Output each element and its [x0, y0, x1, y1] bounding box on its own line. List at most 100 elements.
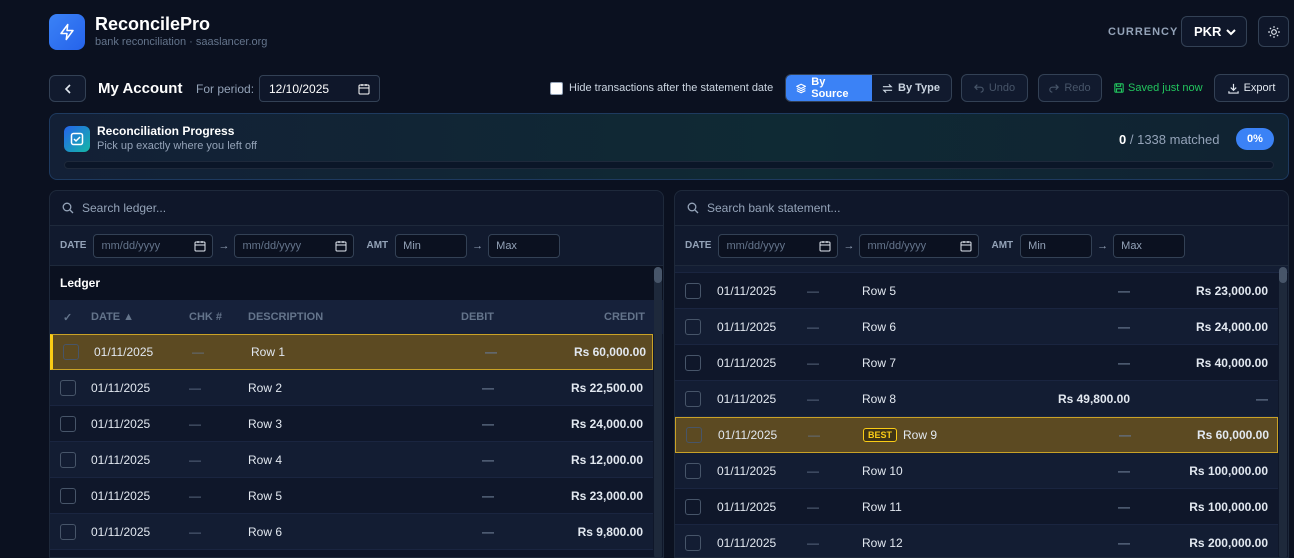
currency-label: CURRENCY — [1108, 26, 1179, 38]
row-chk: — — [189, 380, 201, 395]
row-checkbox[interactable] — [685, 534, 701, 551]
ledger-scroll-thumb[interactable] — [654, 267, 662, 283]
app-title: ReconcilePro — [95, 14, 211, 34]
table-row[interactable]: 01/11/2025 — Row 1 — Rs 60,000.00 — [50, 334, 653, 370]
table-row[interactable]: 01/11/2025 — Row 6 — Rs 9,800.00 — [50, 514, 653, 550]
row-date: 01/11/2025 — [717, 319, 777, 334]
table-row[interactable]: 01/11/2025 — Row 2 — Rs 22,500.00 — [50, 370, 653, 406]
sun-icon — [1267, 25, 1280, 38]
bank-amt-max[interactable]: Max — [1113, 233, 1186, 258]
row-checkbox-cell — [685, 525, 701, 557]
export-button[interactable]: Export — [1214, 74, 1289, 102]
table-row[interactable]: 01/11/2025 — Row 5 — Rs 23,000.00 — [50, 478, 653, 514]
row-checkbox[interactable] — [685, 498, 701, 515]
ledger-search-input[interactable]: Search ledger... — [82, 201, 166, 215]
col-date[interactable]: DATE ▲ — [91, 300, 134, 334]
col-chk[interactable]: CHK # — [189, 300, 222, 334]
redo-button[interactable]: Redo — [1038, 74, 1102, 102]
ledger-scrollbar[interactable] — [654, 267, 662, 557]
table-row[interactable]: 01/11/2025 — Row 5 — Rs 23,000.00 — [675, 273, 1278, 309]
table-row[interactable]: 01/11/2025 — BEST Row 9 — Rs 60,000.00 — [675, 417, 1278, 453]
row-checkbox[interactable] — [60, 415, 76, 432]
table-row[interactable]: 01/11/2025 — Row 10 — Rs 100,000.00 — [675, 453, 1278, 489]
hide-after-statement-checkbox[interactable] — [550, 82, 563, 95]
ledger-search[interactable]: Search ledger... — [50, 191, 663, 226]
calendar-icon[interactable] — [358, 83, 370, 95]
table-row[interactable]: 01/11/2025 — Row 12 — Rs 200,000.00 — [675, 525, 1278, 557]
bank-scroll-thumb[interactable] — [1279, 267, 1287, 283]
row-ref: — — [807, 283, 819, 298]
table-row[interactable]: 01/11/2025 — Row 11 — Rs 100,000.00 — [675, 489, 1278, 525]
calendar-icon[interactable] — [960, 240, 972, 252]
col-description[interactable]: DESCRIPTION — [248, 300, 323, 334]
row-checkbox[interactable] — [686, 427, 702, 443]
bank-search-input[interactable]: Search bank statement... — [707, 201, 840, 215]
table-row[interactable]: 01/11/2025 — Row 6 — Rs 24,000.00 — [675, 309, 1278, 345]
calendar-icon[interactable] — [194, 240, 206, 252]
calendar-icon[interactable] — [335, 240, 347, 252]
bank-amt-min[interactable]: Min — [1020, 233, 1093, 258]
back-button[interactable] — [49, 75, 86, 102]
by-type-button[interactable]: By Type — [872, 75, 950, 101]
row-debit: — — [1118, 319, 1130, 334]
app-subtitle: bank reconciliation · saaslancer.org — [95, 36, 268, 48]
row-checkbox[interactable] — [685, 282, 701, 299]
bank-date-to[interactable]: mm/dd/yyyy — [859, 233, 980, 258]
bank-rows: 01/11/2025 — Row 5 — Rs 23,000.00 01/11/2025 —… — [675, 273, 1288, 557]
theme-toggle-button[interactable] — [1258, 16, 1289, 47]
by-source-button[interactable]: By Source — [786, 75, 872, 101]
row-checkbox[interactable] — [60, 487, 76, 504]
currency-select[interactable]: PKR — [1181, 16, 1247, 47]
ledger-amt-max[interactable]: Max — [488, 233, 561, 258]
bank-search[interactable]: Search bank statement... — [675, 191, 1288, 226]
ledger-date-from[interactable]: mm/dd/yyyy — [93, 233, 214, 258]
ledger-filters: DATE mm/dd/yyyy → mm/dd/yyyy AMT Min → M… — [50, 226, 663, 266]
bank-scrollbar[interactable] — [1279, 267, 1287, 557]
progress-title: Reconciliation Progress — [97, 124, 235, 138]
row-description: Row 12 — [862, 535, 903, 550]
app-logo — [49, 14, 85, 50]
progress-subtitle: Pick up exactly where you left off — [97, 140, 257, 152]
undo-button[interactable]: Undo — [961, 74, 1028, 102]
row-checkbox-cell — [685, 345, 701, 380]
redo-label: Redo — [1064, 82, 1091, 94]
bank-date-from[interactable]: mm/dd/yyyy — [718, 233, 839, 258]
period-date-input[interactable]: 12/10/2025 — [259, 75, 380, 102]
row-chk: — — [192, 345, 204, 359]
select-all-header[interactable]: ✓ — [63, 300, 72, 334]
search-icon — [687, 202, 699, 214]
table-row[interactable]: 01/11/2025 — Row 4 — Rs 12,000.00 — [50, 442, 653, 478]
row-checkbox[interactable] — [685, 390, 701, 407]
row-description: Row 8 — [862, 391, 897, 406]
row-description-cell: BEST Row 9 — [863, 418, 937, 452]
row-checkbox[interactable] — [60, 523, 76, 540]
row-checkbox[interactable] — [60, 379, 76, 396]
table-row[interactable]: 01/11/2025 — Row 7 — Rs 40,000.00 — [675, 345, 1278, 381]
col-debit[interactable]: DEBIT — [461, 300, 494, 334]
row-checkbox[interactable] — [685, 354, 701, 371]
row-debit: — — [1118, 355, 1130, 370]
row-debit: Rs 49,800.00 — [1057, 391, 1130, 406]
row-description-cell: Row 5 — [862, 273, 896, 308]
ledger-amt-min[interactable]: Min — [395, 233, 468, 258]
row-checkbox[interactable] — [685, 318, 701, 335]
row-checkbox[interactable] — [685, 462, 701, 479]
table-row[interactable]: 01/11/2025 — Row 8 Rs 49,800.00 — — [675, 381, 1278, 417]
period-label: For period: — [196, 82, 255, 96]
table-row[interactable]: 01/11/2025 — Row 3 — Rs 24,000.00 — [50, 406, 653, 442]
ledger-title: Ledger — [50, 266, 663, 300]
checkbox-icon — [70, 132, 84, 146]
row-description-cell: Row 11 — [862, 489, 902, 524]
col-credit[interactable]: CREDIT — [604, 300, 645, 334]
amt-filter-label: AMT — [991, 240, 1014, 251]
row-date: 01/11/2025 — [91, 416, 151, 431]
row-description: Row 10 — [862, 463, 903, 478]
calendar-icon[interactable] — [819, 240, 831, 252]
row-debit: — — [482, 416, 494, 431]
row-checkbox-cell — [60, 406, 76, 441]
row-checkbox[interactable] — [63, 344, 79, 360]
row-checkbox-cell — [60, 478, 76, 513]
row-checkbox[interactable] — [60, 451, 76, 468]
ledger-date-to[interactable]: mm/dd/yyyy — [234, 233, 355, 258]
save-status: Saved just now — [1114, 82, 1203, 94]
